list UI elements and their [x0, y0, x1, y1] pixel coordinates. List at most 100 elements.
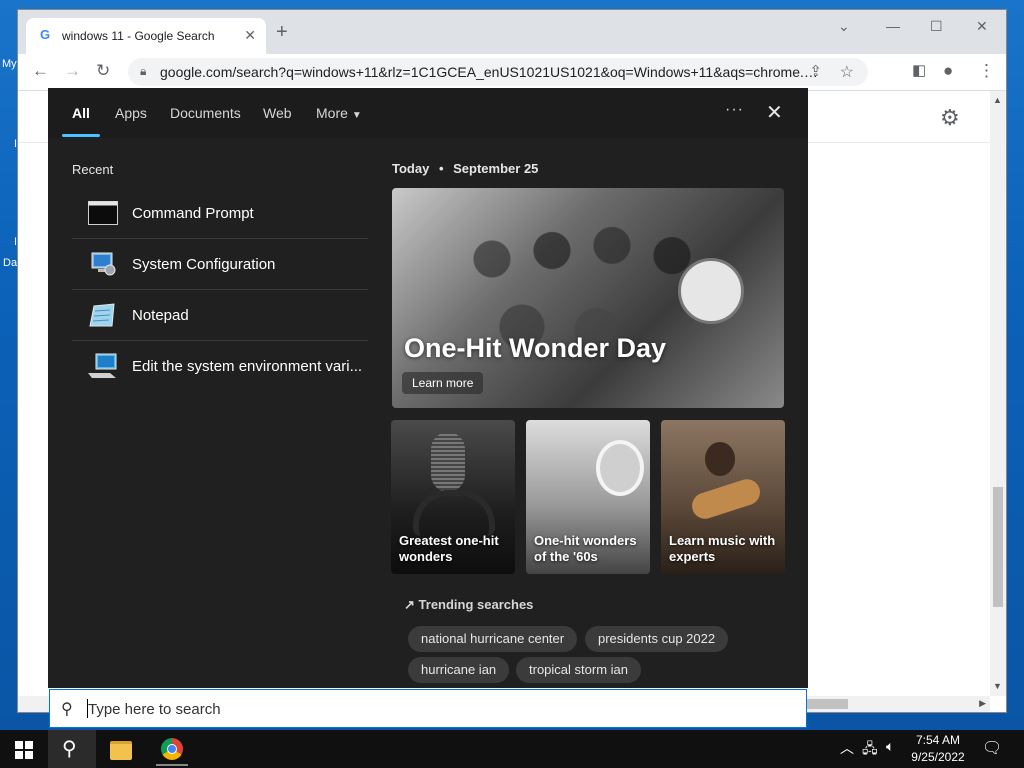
scroll-up-arrow-icon[interactable]: ▲: [993, 95, 1002, 105]
start-button[interactable]: [0, 730, 48, 768]
recent-item-system-configuration[interactable]: System Configuration: [72, 239, 368, 290]
system-properties-icon: [88, 353, 117, 378]
forward-arrow-icon[interactable]: →: [64, 61, 81, 81]
scroll-right-arrow-icon[interactable]: ▶: [979, 698, 986, 709]
new-tab-button[interactable]: +: [276, 22, 288, 42]
trending-chip[interactable]: presidents cup 2022: [585, 626, 729, 652]
guitarist-image: [705, 442, 735, 476]
close-icon[interactable]: ✕: [766, 100, 783, 125]
tab-apps[interactable]: Apps: [115, 105, 147, 121]
gear-icon[interactable]: ⚙: [940, 105, 960, 131]
highlight-card[interactable]: Learn music with experts: [661, 420, 785, 574]
card-caption: Learn music with experts: [669, 533, 776, 564]
tab-more-label: More: [316, 105, 348, 121]
address-url[interactable]: google.com/search?q=windows+11&rlz=1C1GC…: [160, 64, 820, 80]
search-input[interactable]: [86, 696, 790, 722]
close-tab-icon[interactable]: ✕: [244, 27, 256, 44]
search-icon: ⚲: [61, 701, 73, 718]
search-button[interactable]: ⚲: [48, 730, 96, 768]
system-clock[interactable]: 7:54 AM 9/25/2022: [906, 732, 970, 766]
recent-item-notepad[interactable]: Notepad: [72, 290, 368, 341]
chrome-icon: [161, 738, 183, 760]
tab-more[interactable]: More ▼: [316, 105, 362, 121]
vertical-scrollbar[interactable]: ▲ ▼: [990, 91, 1006, 696]
taskbar-search-box[interactable]: ⚲: [49, 689, 807, 728]
recent-list: Command Prompt System Configuration Note…: [72, 188, 368, 391]
browser-tab[interactable]: G windows 11 - Google Search ✕: [26, 18, 266, 54]
recent-item-command-prompt[interactable]: Command Prompt: [72, 188, 368, 239]
trending-chip[interactable]: hurricane ian: [408, 657, 510, 683]
browser-toolbar: ← → ↻ 🔒︎ google.com/search?q=windows+11&…: [18, 54, 1006, 91]
desktop-icon-label[interactable]: Da: [3, 257, 17, 269]
today-label: Today: [392, 161, 430, 176]
tab-web[interactable]: Web: [263, 105, 292, 121]
folder-icon: [110, 741, 132, 760]
search-icon: ⚲: [62, 738, 77, 760]
microphone-image: [431, 432, 465, 492]
tab-search-chevron-icon[interactable]: ⌄: [838, 18, 850, 35]
tab-all[interactable]: All: [72, 105, 90, 121]
bookmark-star-icon[interactable]: ☆: [840, 62, 854, 82]
running-indicator: [156, 764, 188, 766]
hero-title: One-Hit Wonder Day: [404, 333, 667, 363]
trending-chip[interactable]: national hurricane center: [408, 626, 578, 652]
desktop-icon-label[interactable]: My: [2, 58, 17, 70]
highlight-card[interactable]: One-hit wonders of the '60s: [526, 420, 650, 574]
search-panel: All Apps Documents Web More ▼ ··· ✕ Recen…: [48, 88, 808, 688]
close-window-button[interactable]: ✕: [976, 18, 988, 35]
highlight-cards: Greatest one-hit wonders One-hit wonders…: [391, 420, 785, 574]
file-explorer-button[interactable]: [98, 730, 146, 768]
notification-icon[interactable]: 🗨︎: [982, 738, 1002, 758]
clock-date: 9/25/2022: [911, 750, 965, 764]
desktop-icon-label[interactable]: I: [14, 138, 17, 150]
learn-more-button[interactable]: Learn more: [402, 372, 484, 394]
card-caption: One-hit wonders of the '60s: [534, 533, 637, 564]
lock-icon[interactable]: 🔒︎: [140, 64, 146, 79]
active-tab-indicator: [62, 134, 100, 137]
chevron-up-icon[interactable]: ︿: [840, 738, 854, 758]
volume-icon[interactable]: 🔈︎: [886, 738, 894, 755]
tab-title: windows 11 - Google Search: [62, 29, 215, 43]
guitar-image: [688, 475, 764, 523]
hero-card[interactable]: One-Hit Wonder Day Learn more: [392, 188, 784, 408]
notepad-icon: [89, 303, 115, 327]
hero-drum-image: [678, 258, 744, 324]
today-separator: •: [438, 161, 444, 176]
caret-down-icon: ▼: [351, 110, 362, 121]
side-panel-icon[interactable]: ◧: [912, 61, 926, 81]
reload-icon[interactable]: ↻: [96, 61, 110, 81]
share-icon[interactable]: ⇪: [809, 62, 822, 80]
today-heading: Today • September 25: [392, 161, 538, 176]
nun-portrait-image: [596, 440, 644, 496]
chrome-taskbar-button[interactable]: [148, 730, 196, 768]
recent-item-label: System Configuration: [132, 256, 276, 273]
clock-time: 7:54 AM: [915, 733, 961, 747]
trending-title: Trending searches: [418, 597, 534, 612]
highlight-card[interactable]: Greatest one-hit wonders: [391, 420, 515, 574]
google-favicon-icon: G: [40, 27, 51, 42]
text-cursor: [87, 699, 88, 718]
address-bar[interactable]: 🔒︎ google.com/search?q=windows+11&rlz=1C…: [128, 58, 868, 86]
scroll-down-arrow-icon[interactable]: ▼: [993, 681, 1002, 691]
recent-item-label: Edit the system environment vari...: [132, 358, 363, 375]
system-configuration-icon: [91, 252, 116, 276]
back-arrow-icon[interactable]: ←: [32, 61, 49, 81]
minimize-button[interactable]: —: [886, 18, 900, 34]
browser-menu-icon[interactable]: ⋮: [978, 61, 995, 81]
recent-item-label: Notepad: [132, 307, 189, 324]
recent-item-environment-variables[interactable]: Edit the system environment vari...: [72, 341, 368, 391]
trending-chip[interactable]: tropical storm ian: [516, 657, 641, 683]
desktop-icon-label[interactable]: I: [14, 236, 17, 248]
today-date: September 25: [453, 161, 539, 176]
recent-heading: Recent: [72, 162, 114, 177]
recent-item-label: Command Prompt: [132, 205, 254, 222]
profile-avatar-icon[interactable]: ●: [943, 61, 953, 81]
maximize-button[interactable]: ☐: [930, 18, 943, 35]
tab-documents[interactable]: Documents: [170, 105, 241, 121]
search-filter-bar: All Apps Documents Web More ▼ ··· ✕: [48, 88, 808, 138]
more-options-icon[interactable]: ···: [725, 101, 744, 119]
network-icon[interactable]: 🖧︎: [862, 738, 878, 762]
command-prompt-icon: [88, 201, 118, 225]
headphones-image: [413, 490, 495, 536]
scrollbar-thumb[interactable]: [993, 487, 1003, 607]
